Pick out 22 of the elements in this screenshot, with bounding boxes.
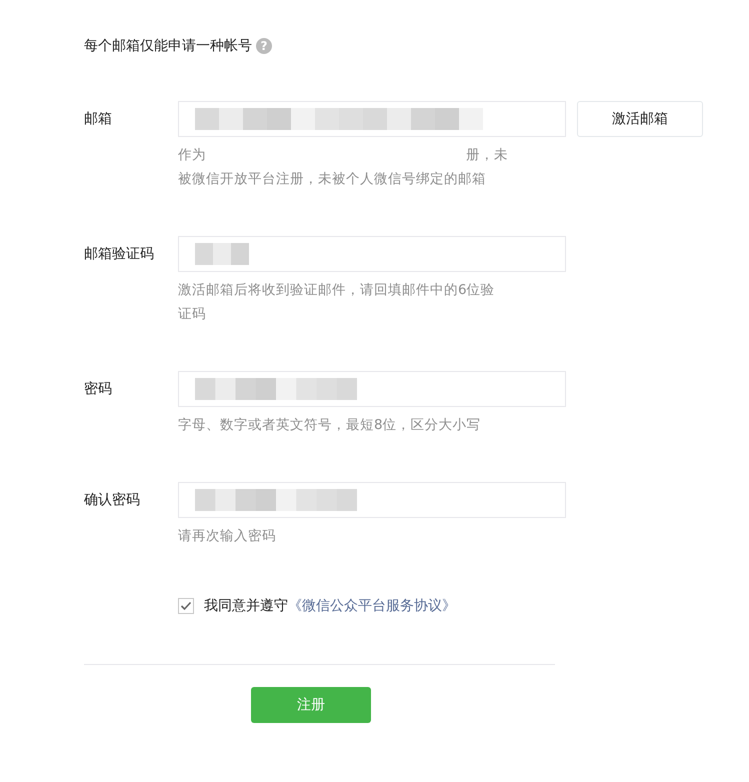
field-label: 确认密码	[84, 491, 141, 510]
hint-text: 被微信开放平台注册，未被个人微信号绑定的邮箱	[178, 170, 486, 189]
section-title: 每个邮箱仅能申请一种帐号	[84, 37, 252, 55]
input-field[interactable]	[178, 101, 566, 137]
activate-email-button[interactable]: 激活邮箱	[577, 101, 703, 137]
field-label: 邮箱	[84, 110, 113, 129]
check-icon	[180, 601, 192, 611]
hint-text: 请再次输入密码	[178, 527, 276, 546]
redaction-mosaic-drawing	[195, 243, 249, 265]
hint-text: 激活邮箱后将收到验证邮件，请回填邮件中的6位验	[178, 281, 495, 300]
hint-text: 证码	[178, 305, 206, 324]
agreement-link[interactable]: 《微信公众平台服务协议》	[288, 597, 456, 615]
input-field[interactable]	[178, 236, 566, 272]
field-label: 邮箱验证码	[84, 245, 155, 264]
hint-text: 作为	[178, 146, 206, 165]
agreement-text: 我同意并遵守	[204, 597, 288, 615]
hint-text: 字母、数字或者英文符号，最短8位，区分大小写	[178, 416, 481, 435]
input-field[interactable]	[178, 482, 566, 518]
input-field[interactable]	[178, 371, 566, 407]
hint-text: 册，未	[466, 146, 508, 165]
checkbox[interactable]	[178, 598, 194, 614]
field-label: 密码	[84, 380, 113, 399]
